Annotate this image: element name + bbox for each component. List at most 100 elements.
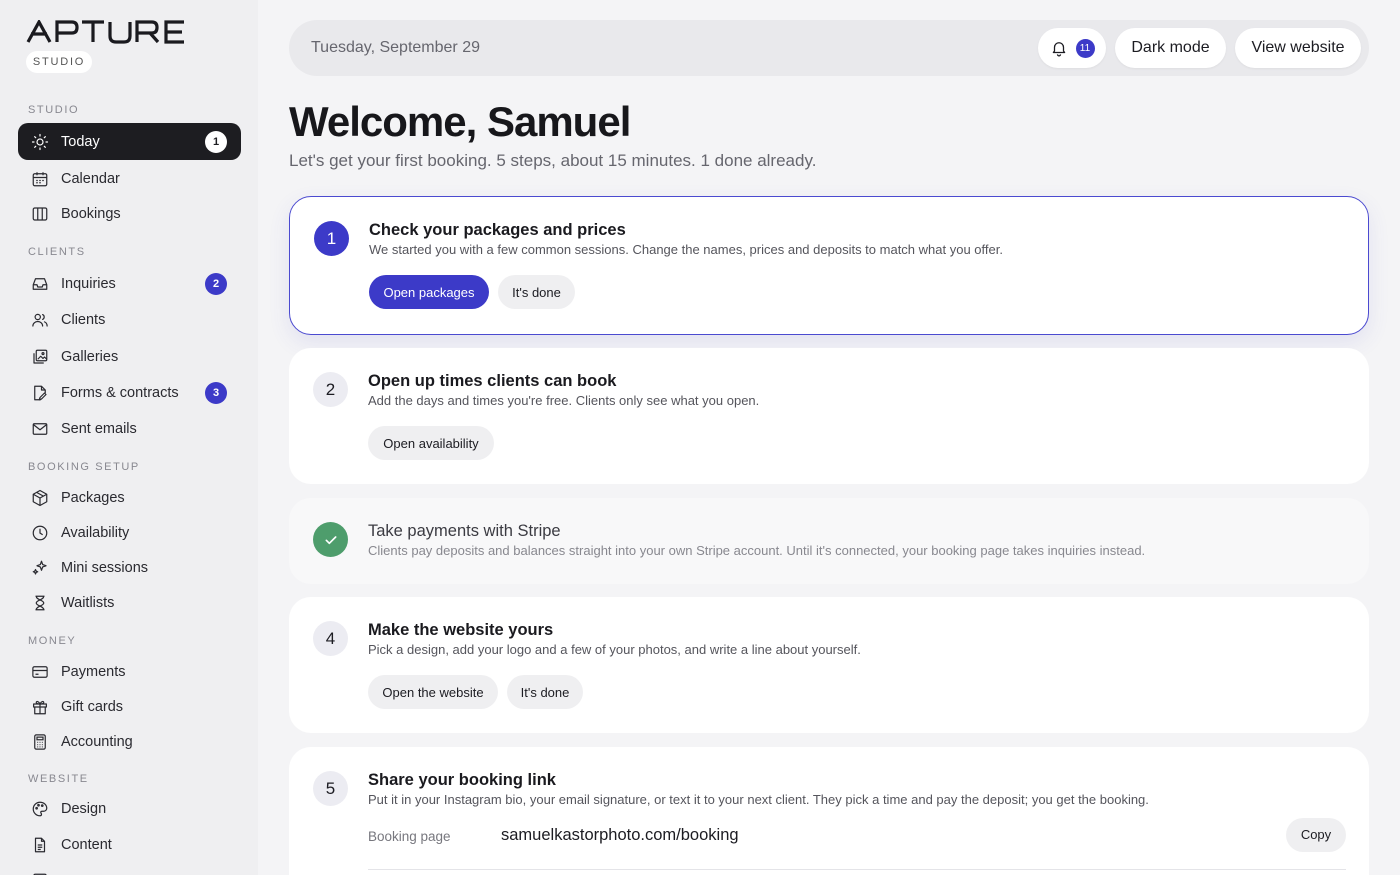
palette-icon [32, 801, 48, 816]
forms-count-badge: 3 [205, 382, 227, 404]
sidebar-item-mini-sessions[interactable]: Mini sessions [18, 549, 241, 586]
step-number: 2 [313, 372, 348, 407]
step-description: Pick a design, add your logo and a few o… [368, 642, 861, 657]
page-subtitle: Let's get your first booking. 5 steps, a… [289, 151, 817, 170]
nav-section-clients: CLIENTS [28, 246, 86, 258]
booking-link-value[interactable]: samuelkastorphoto.com/booking [501, 826, 739, 845]
nav-section-booking-setup: BOOKING SETUP [28, 461, 140, 473]
calendar-icon [32, 171, 48, 186]
sidebar-item-gift-cards[interactable]: Gift cards [18, 688, 241, 725]
mark-done-button[interactable]: It's done [498, 275, 575, 309]
booking-page-label: Booking page [368, 829, 451, 844]
sidebar-item-label: Forms & contracts [61, 384, 179, 401]
sidebar-item-bookings[interactable]: Bookings [18, 195, 241, 232]
step-number: 4 [313, 621, 348, 656]
step-card-packages: 1 Check your packages and prices We star… [289, 196, 1369, 335]
step-title: Take payments with Stripe [368, 522, 561, 540]
sparkles-icon [32, 560, 47, 575]
sidebar-item-label: Clients [61, 311, 106, 328]
step-card-stripe: Take payments with Stripe Clients pay de… [289, 498, 1369, 584]
package-icon [32, 489, 48, 506]
calculator-icon [34, 733, 46, 750]
step-description: Clients pay deposits and balances straig… [368, 543, 1146, 558]
step-card-availability: 2 Open up times clients can book Add the… [289, 348, 1369, 484]
dark-mode-button[interactable]: Dark mode [1115, 28, 1226, 68]
step-number: 1 [314, 221, 349, 256]
mark-done-button[interactable]: It's done [507, 675, 583, 709]
notification-count-badge: 11 [1075, 38, 1095, 58]
sidebar-item-availability[interactable]: Availability [18, 514, 241, 551]
open-website-button[interactable]: Open the website [368, 675, 498, 709]
view-website-button[interactable]: View website [1235, 28, 1361, 68]
sidebar-item-label: Design [61, 800, 107, 817]
check-icon [325, 536, 336, 545]
sidebar-item-label: Packages [61, 489, 125, 506]
sidebar: STUDIO STUDIO Today 1 Calendar Bookings … [0, 0, 258, 875]
top-bar: Tuesday, September 29 11 Dark mode View … [289, 20, 1369, 76]
current-date: Tuesday, September 29 [311, 39, 480, 56]
step-description: We started you with a few common session… [369, 242, 1003, 257]
sidebar-item-label: Waitlists [61, 594, 115, 611]
sidebar-item-waitlists[interactable]: Waitlists [18, 584, 241, 621]
notifications-button[interactable]: 11 [1038, 28, 1106, 68]
sidebar-item-content[interactable]: Content [18, 826, 241, 863]
step-title: Make the website yours [368, 621, 554, 639]
sidebar-item-clients[interactable]: Clients [18, 301, 241, 338]
open-availability-button[interactable]: Open availability [368, 426, 494, 460]
images-icon [33, 349, 48, 364]
sidebar-item-label: Accounting [61, 733, 133, 750]
sidebar-item-inquiries[interactable]: Inquiries 2 [18, 265, 241, 302]
sidebar-item-label: Payments [61, 663, 126, 680]
sidebar-item-next[interactable] [18, 862, 241, 875]
step-description: Add the days and times you're free. Clie… [368, 393, 760, 408]
bell-icon [1052, 42, 1065, 57]
sidebar-item-today[interactable]: Today 1 [18, 123, 241, 160]
sidebar-item-packages[interactable]: Packages [18, 479, 241, 516]
step-card-booking-link: 5 Share your booking link Put it in your… [289, 747, 1369, 875]
file-edit-icon [34, 385, 47, 400]
step-title: Share your booking link [368, 771, 556, 789]
nav-section-website: WEBSITE [28, 773, 89, 785]
step-number: 5 [313, 771, 348, 806]
copy-link-button[interactable]: Copy [1286, 818, 1346, 852]
page-title: Welcome, Samuel [289, 98, 631, 145]
apture-logo[interactable] [26, 20, 202, 44]
sidebar-item-label: Content [61, 836, 112, 853]
credit-card-icon [32, 665, 48, 678]
users-icon [32, 313, 48, 327]
clock-icon [32, 525, 48, 540]
hourglass-icon [35, 595, 45, 610]
sidebar-item-label: Today [61, 133, 100, 150]
brand-tag: STUDIO [26, 51, 92, 73]
document-icon [34, 837, 46, 852]
step-title: Open up times clients can book [368, 372, 617, 390]
sidebar-item-design[interactable]: Design [18, 790, 241, 827]
sidebar-item-calendar[interactable]: Calendar [18, 160, 241, 197]
inquiries-count-badge: 2 [205, 273, 227, 295]
sidebar-item-label: Calendar [61, 170, 120, 187]
sidebar-item-payments[interactable]: Payments [18, 653, 241, 690]
sun-icon [31, 133, 49, 150]
gift-icon [33, 700, 47, 714]
open-packages-button[interactable]: Open packages [369, 275, 489, 309]
divider [368, 869, 1346, 870]
step-card-website: 4 Make the website yours Pick a design, … [289, 597, 1369, 733]
sidebar-item-galleries[interactable]: Galleries [18, 338, 241, 375]
sidebar-item-label: Mini sessions [61, 559, 149, 576]
sidebar-item-sent-emails[interactable]: Sent emails [18, 410, 241, 447]
nav-section-money: MONEY [28, 635, 77, 647]
sidebar-item-label: Availability [61, 524, 130, 541]
sidebar-item-label: Sent emails [61, 420, 137, 437]
step-description: Put it in your Instagram bio, your email… [368, 792, 1149, 807]
sidebar-item-label: Galleries [61, 348, 119, 365]
step-title: Check your packages and prices [369, 221, 626, 239]
sidebar-item-label: Gift cards [61, 698, 124, 715]
sidebar-item-label: Inquiries [61, 275, 116, 292]
document-icon [33, 873, 47, 875]
today-count-badge: 1 [205, 131, 227, 153]
mail-icon [32, 422, 48, 435]
sidebar-item-accounting[interactable]: Accounting [18, 723, 241, 760]
inbox-icon [32, 277, 48, 290]
step-complete-indicator [313, 522, 348, 557]
sidebar-item-forms-contracts[interactable]: Forms & contracts 3 [18, 374, 241, 411]
